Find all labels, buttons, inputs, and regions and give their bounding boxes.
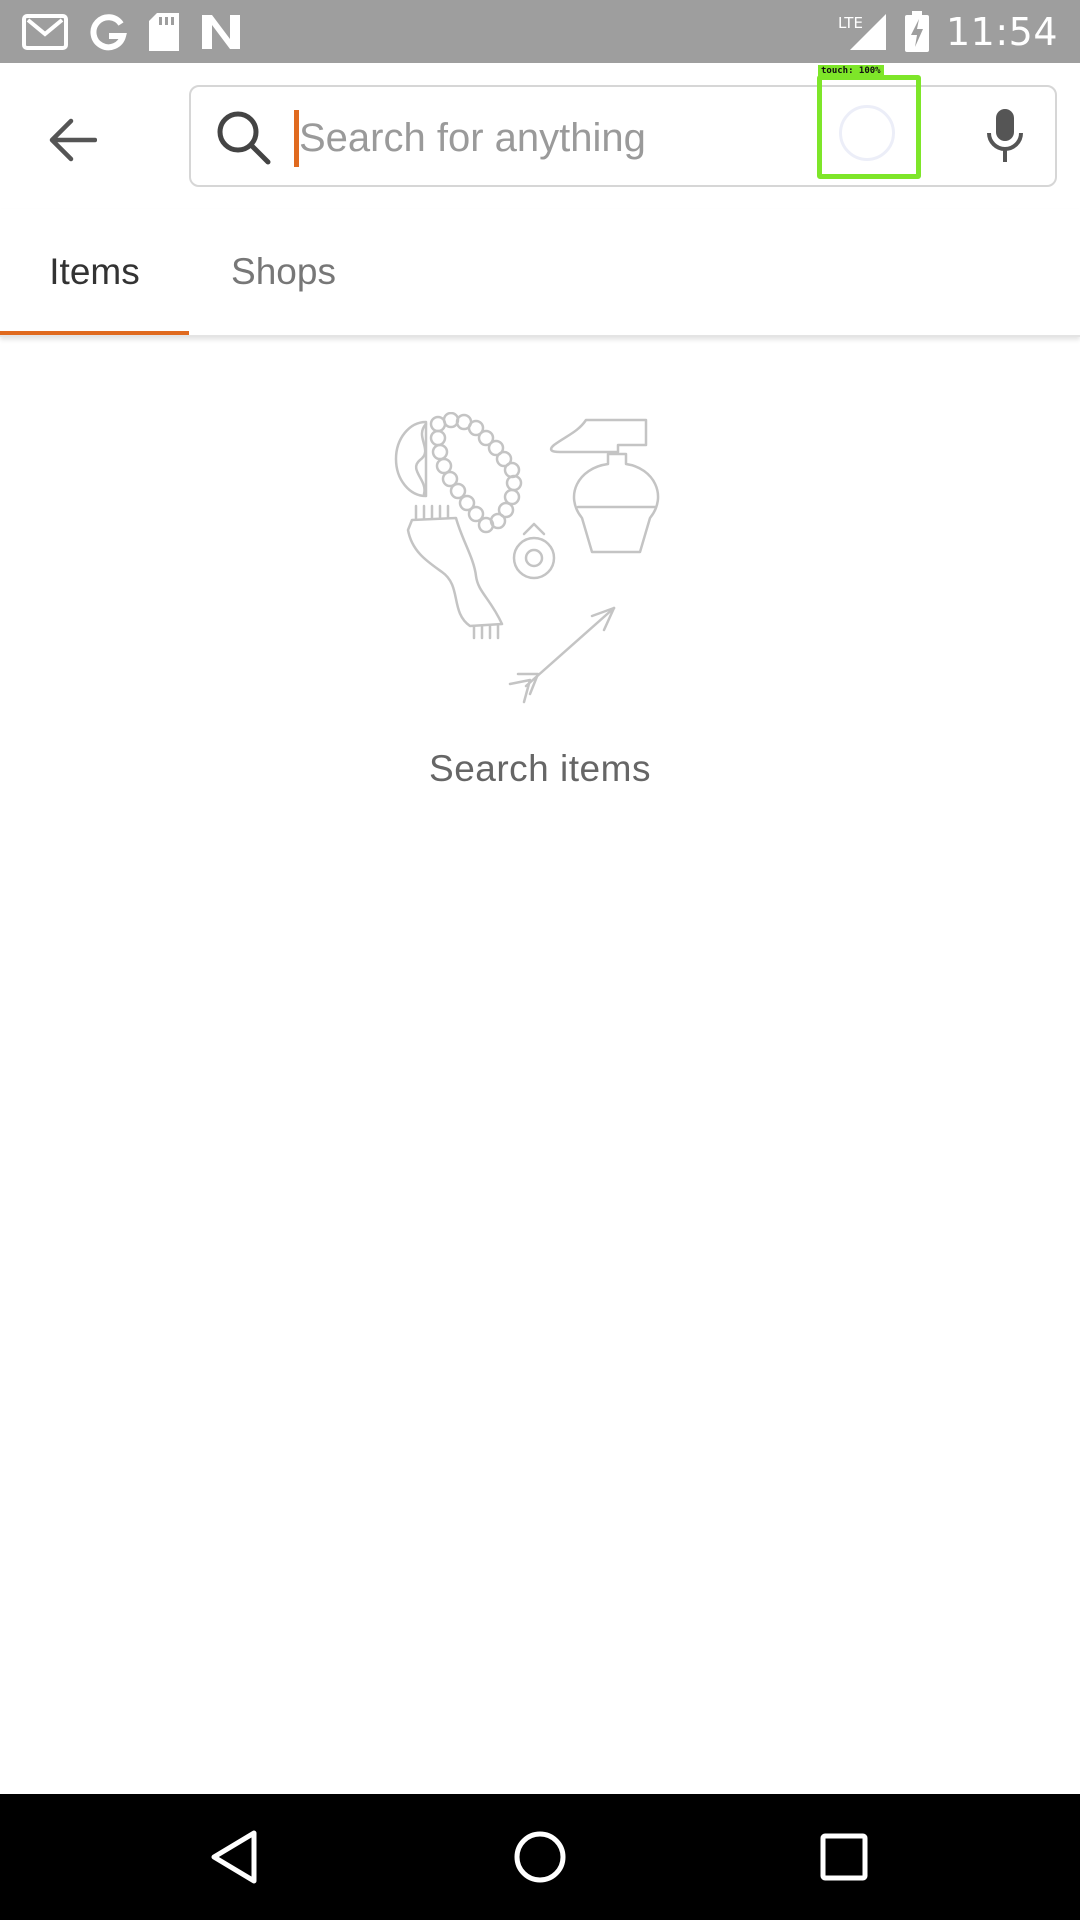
touch-indicator [817,75,921,179]
nav-home-icon [514,1831,566,1883]
microphone-icon [987,109,1023,162]
n-app-icon [202,14,240,49]
tab-items[interactable]: Items [0,209,189,335]
nav-recents-button[interactable] [808,1821,880,1893]
search-tabs: Items Shops [0,209,1080,337]
nav-back-icon [211,1830,257,1884]
back-button[interactable] [36,103,110,177]
arrow-back-icon [49,118,97,162]
gmail-icon [22,13,68,50]
google-icon [90,13,127,50]
sd-card-icon [149,12,179,51]
nav-recents-icon [820,1833,868,1881]
lte-signal-icon: LTE [838,13,886,50]
necklace-beads [429,412,523,534]
nav-home-button[interactable] [504,1821,576,1893]
battery-charging-icon [904,10,929,52]
tab-shops[interactable]: Shops [189,209,378,335]
search-icon [217,111,271,165]
search-box[interactable] [189,85,1057,187]
tab-selected-indicator [0,331,189,335]
voice-search-button[interactable] [975,103,1035,169]
clock: 11:54 [945,9,1058,54]
nav-back-button[interactable] [200,1821,272,1893]
empty-state-label: Search items [429,748,651,789]
svg-text:LTE: LTE [838,14,863,32]
etsy-items-heart-illustration [394,412,660,704]
search-input[interactable] [297,103,819,173]
touch-indicator-label: touch: 100% [818,65,884,77]
status-bar: LTE 11:54 [0,0,1080,63]
navigation-bar [0,1794,1080,1920]
